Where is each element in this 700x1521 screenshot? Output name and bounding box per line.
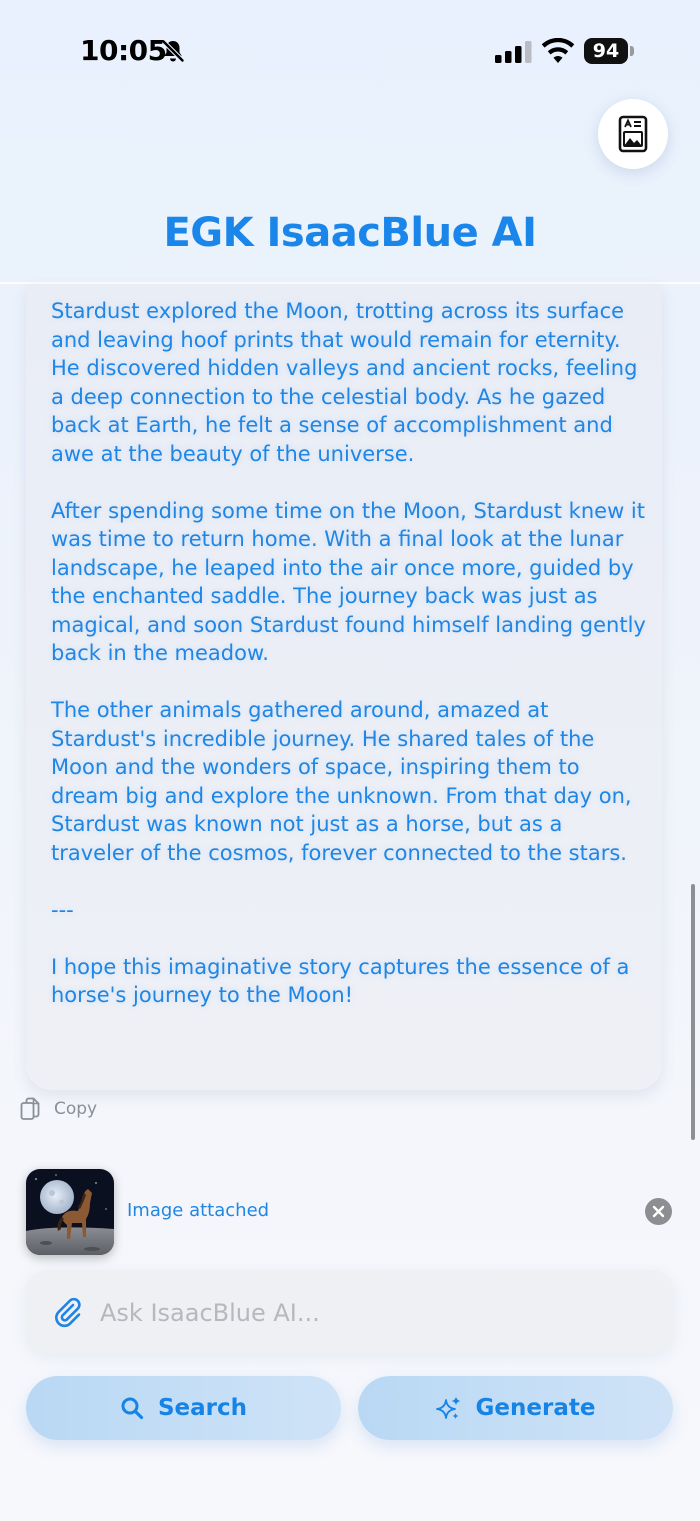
assistant-message-card: Stardust explored the Moon, trotting acr… bbox=[26, 284, 662, 1090]
message-body: Stardust explored the Moon, trotting acr… bbox=[51, 297, 651, 1010]
bell-off-icon bbox=[161, 39, 185, 63]
battery-cap bbox=[630, 46, 634, 56]
status-time: 10:05 bbox=[80, 34, 167, 67]
copy-label: Copy bbox=[54, 1099, 98, 1119]
gallery-button[interactable] bbox=[598, 99, 668, 169]
attachment-label: Image attached bbox=[127, 1200, 270, 1221]
remove-attachment-button[interactable] bbox=[645, 1198, 672, 1225]
ask-input[interactable] bbox=[98, 1290, 662, 1336]
message-paragraph: Stardust explored the Moon, trotting acr… bbox=[51, 299, 638, 466]
copy-icon bbox=[20, 1097, 40, 1120]
image-document-icon bbox=[618, 115, 648, 153]
cellular-signal-icon bbox=[495, 41, 532, 63]
battery-indicator: 94 bbox=[584, 38, 628, 64]
message-paragraph: After spending some time on the Moon, St… bbox=[51, 498, 646, 666]
close-icon bbox=[652, 1205, 665, 1218]
message-separator: --- bbox=[51, 897, 74, 922]
message-input-box bbox=[26, 1270, 674, 1354]
horse-moon-image bbox=[26, 1169, 114, 1255]
app-title: EGK IsaacBlue AI bbox=[163, 210, 537, 256]
search-icon bbox=[121, 1397, 144, 1420]
sparkles-icon bbox=[435, 1396, 461, 1419]
message-paragraph: The other animals gathered around, amaze… bbox=[51, 698, 632, 865]
search-button[interactable]: Search bbox=[26, 1376, 341, 1440]
wifi-icon bbox=[541, 38, 575, 63]
status-bar: 10:05 94 bbox=[0, 0, 700, 100]
scrollbar[interactable] bbox=[691, 884, 695, 1140]
copy-button[interactable]: Copy bbox=[20, 1096, 97, 1122]
generate-button-label: Generate bbox=[475, 1395, 596, 1421]
message-paragraph: I hope this imaginative story captures t… bbox=[51, 954, 630, 1008]
paperclip-icon[interactable] bbox=[52, 1296, 84, 1328]
search-button-label: Search bbox=[157, 1395, 248, 1421]
attachment-thumbnail[interactable] bbox=[26, 1169, 114, 1255]
generate-button[interactable]: Generate bbox=[358, 1376, 673, 1440]
